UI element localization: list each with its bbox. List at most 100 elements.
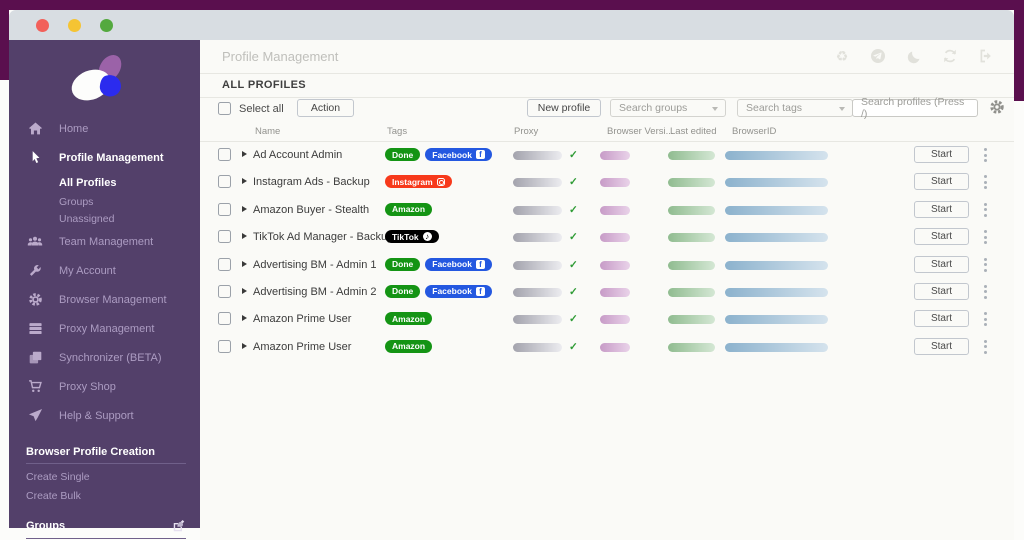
row-menu-kebab-icon[interactable] bbox=[984, 339, 987, 357]
tag-list: Amazon bbox=[385, 339, 433, 353]
sidebar-link-create-bulk[interactable]: Create Bulk bbox=[9, 486, 200, 505]
search-tags-select[interactable]: Search tags bbox=[737, 99, 853, 117]
new-profile-button[interactable]: New profile bbox=[527, 99, 601, 117]
expand-caret-icon[interactable] bbox=[242, 233, 247, 240]
search-tags-value: Search tags bbox=[746, 102, 803, 114]
column-header-name[interactable]: Name bbox=[255, 126, 280, 137]
column-header-browserid[interactable]: BrowserID bbox=[732, 126, 776, 137]
sidebar-item-home[interactable]: Home bbox=[9, 114, 200, 143]
row-checkbox[interactable] bbox=[218, 257, 231, 271]
refresh-icon[interactable] bbox=[942, 48, 958, 64]
row-checkbox[interactable] bbox=[218, 230, 231, 244]
browser-version-bar bbox=[600, 315, 630, 325]
last-edited-bar bbox=[668, 342, 715, 352]
tag-badge-instagram[interactable]: Instagram bbox=[385, 175, 452, 189]
sidebar-item-proxy-shop[interactable]: Proxy Shop bbox=[9, 372, 200, 401]
dark-mode-icon[interactable] bbox=[906, 48, 922, 64]
tag-badge-facebook[interactable]: Facebook f bbox=[425, 284, 492, 298]
row-menu-kebab-icon[interactable] bbox=[984, 202, 987, 220]
select-all-checkbox[interactable] bbox=[218, 102, 231, 115]
sidebar-item-proxy-management[interactable]: Proxy Management bbox=[9, 314, 200, 343]
sidebar-item-browser-management[interactable]: Browser Management bbox=[9, 285, 200, 314]
search-profiles-input[interactable]: Search profiles (Press /) bbox=[852, 96, 978, 120]
expand-caret-icon[interactable] bbox=[242, 315, 247, 322]
team-icon bbox=[27, 234, 43, 250]
row-menu-kebab-icon[interactable] bbox=[984, 148, 987, 165]
table-header: Name Tags Proxy Browser Versi... Last ed… bbox=[200, 123, 1014, 142]
tag-badge-amazon[interactable]: Amazon bbox=[385, 339, 433, 353]
row-menu-kebab-icon[interactable] bbox=[984, 284, 987, 302]
start-button[interactable]: Start bbox=[914, 337, 969, 355]
tag-label: Instagram bbox=[392, 176, 433, 187]
sidebar-subitem-all-profiles[interactable]: All Profiles bbox=[59, 172, 200, 193]
tag-list: Done Facebook f bbox=[385, 257, 492, 271]
tab-all-profiles[interactable]: ALL PROFILES bbox=[222, 79, 306, 91]
expand-caret-icon[interactable] bbox=[242, 178, 247, 185]
tag-badge-tiktok[interactable]: TikTok ♪ bbox=[385, 230, 439, 244]
search-groups-select[interactable]: Search groups bbox=[610, 99, 726, 117]
row-menu-kebab-icon[interactable] bbox=[984, 257, 987, 275]
tag-badge-facebook[interactable]: Facebook f bbox=[425, 257, 492, 271]
column-header-browser-version[interactable]: Browser Versi... bbox=[607, 126, 674, 137]
tag-badge-amazon[interactable]: Amazon bbox=[385, 312, 433, 326]
row-checkbox[interactable] bbox=[218, 339, 231, 353]
start-button[interactable]: Start bbox=[914, 146, 969, 163]
logout-icon[interactable] bbox=[978, 48, 994, 64]
tag-label: TikTok bbox=[392, 231, 419, 242]
expand-caret-icon[interactable] bbox=[242, 205, 247, 212]
start-button[interactable]: Start bbox=[914, 255, 969, 273]
start-button[interactable]: Start bbox=[914, 200, 969, 218]
row-checkbox[interactable] bbox=[218, 202, 231, 216]
column-header-last-edited[interactable]: Last edited bbox=[670, 126, 716, 137]
row-menu-kebab-icon[interactable] bbox=[984, 175, 987, 192]
tag-badge-done[interactable]: Done bbox=[385, 148, 421, 161]
tag-label: Done bbox=[392, 286, 414, 297]
start-button[interactable]: Start bbox=[914, 228, 969, 246]
expand-caret-icon[interactable] bbox=[242, 287, 247, 294]
proxy-check-icon: ✓ bbox=[569, 149, 578, 161]
minimize-window-button[interactable] bbox=[68, 19, 81, 32]
sidebar-item-help-support[interactable]: Help & Support bbox=[9, 401, 200, 430]
row-menu-kebab-icon[interactable] bbox=[984, 312, 987, 329]
browserid-bar bbox=[725, 315, 828, 325]
sidebar: Home Profile Management All Profiles Gro… bbox=[9, 40, 200, 539]
expand-caret-icon[interactable] bbox=[242, 151, 247, 157]
tag-label: Facebook bbox=[432, 259, 472, 270]
telegram-icon[interactable] bbox=[870, 48, 886, 64]
column-header-tags[interactable]: Tags bbox=[387, 126, 407, 137]
tag-badge-amazon[interactable]: Amazon bbox=[385, 202, 433, 216]
expand-caret-icon[interactable] bbox=[242, 342, 247, 349]
row-menu-kebab-icon[interactable] bbox=[984, 230, 987, 247]
page-title: Profile Management bbox=[222, 49, 339, 64]
action-button[interactable]: Action bbox=[297, 99, 354, 117]
sidebar-item-team-management[interactable]: Team Management bbox=[9, 227, 200, 256]
sidebar-item-synchronizer[interactable]: Synchronizer (BETA) bbox=[9, 343, 200, 372]
tag-badge-done[interactable]: Done bbox=[385, 284, 421, 298]
column-header-proxy[interactable]: Proxy bbox=[514, 126, 538, 137]
sidebar-item-label: Help & Support bbox=[59, 409, 134, 422]
close-window-button[interactable] bbox=[36, 19, 49, 32]
sidebar-subitem-unassigned[interactable]: Unassigned bbox=[59, 210, 200, 227]
table-row: Ad Account Admin Done Facebook f ✓ Start bbox=[200, 141, 1014, 168]
sidebar-link-create-single[interactable]: Create Single bbox=[9, 467, 200, 486]
send-icon bbox=[27, 408, 43, 424]
table-settings-gear-icon[interactable] bbox=[989, 99, 1005, 115]
tag-badge-done[interactable]: Done bbox=[385, 257, 421, 271]
start-button[interactable]: Start bbox=[914, 173, 969, 191]
section-title: Groups bbox=[26, 520, 66, 532]
sidebar-subitem-groups[interactable]: Groups bbox=[59, 193, 200, 210]
sidebar-item-my-account[interactable]: My Account bbox=[9, 256, 200, 285]
row-checkbox[interactable] bbox=[218, 148, 231, 161]
tag-badge-facebook[interactable]: Facebook f bbox=[425, 148, 492, 161]
row-checkbox[interactable] bbox=[218, 175, 231, 189]
row-checkbox[interactable] bbox=[218, 284, 231, 298]
start-button[interactable]: Start bbox=[914, 282, 969, 300]
recycle-icon[interactable]: ♻ bbox=[834, 48, 850, 64]
last-edited-bar bbox=[668, 260, 715, 270]
row-checkbox[interactable] bbox=[218, 312, 231, 326]
last-edited-bar bbox=[668, 315, 715, 325]
sidebar-item-profile-management[interactable]: Profile Management bbox=[9, 143, 200, 172]
expand-caret-icon[interactable] bbox=[242, 260, 247, 267]
zoom-window-button[interactable] bbox=[100, 19, 113, 32]
start-button[interactable]: Start bbox=[914, 310, 969, 328]
